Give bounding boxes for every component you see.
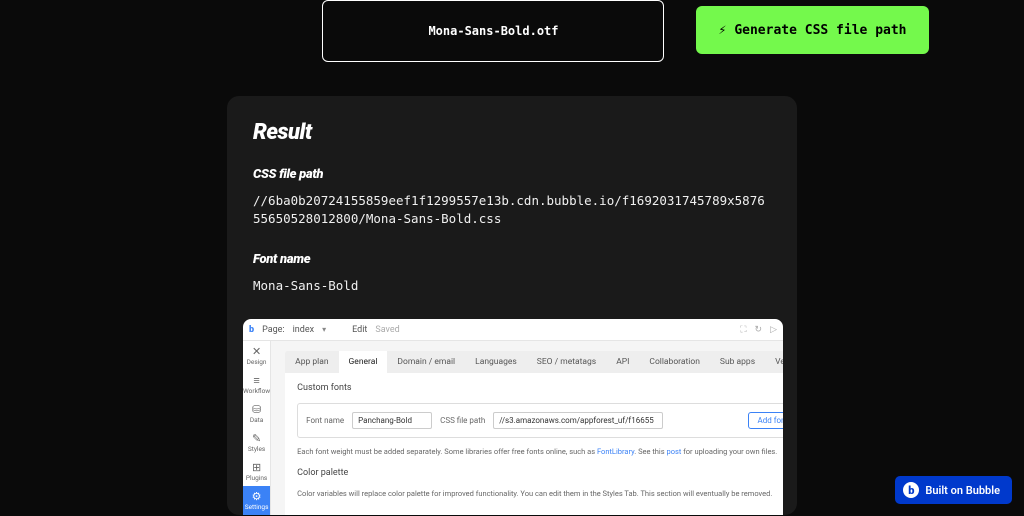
tab-domain-email[interactable]: Domain / email <box>387 351 465 373</box>
sidebar-item-data[interactable]: ⛁Data <box>243 399 270 428</box>
settings-icon: ⚙ <box>252 491 262 502</box>
sidebar-item-plugins[interactable]: ⊞Plugins <box>243 457 270 486</box>
tab-collaboration[interactable]: Collaboration <box>639 351 710 373</box>
bolt-icon: ⚡ <box>718 23 726 38</box>
saved-label: Saved <box>375 325 399 335</box>
plugins-icon: ⊞ <box>252 462 261 473</box>
sidebar-item-settings[interactable]: ⚙Settings <box>243 486 270 515</box>
sidebar-item-styles[interactable]: ✎Styles <box>243 428 270 457</box>
font-name-value[interactable]: Mona-Sans-Bold <box>253 277 771 295</box>
page-name[interactable]: index <box>293 325 314 335</box>
refresh-icon[interactable]: ↻ <box>755 325 763 335</box>
custom-fonts-help: Each font weight must be added separatel… <box>297 446 783 457</box>
tab-versions[interactable]: Versions <box>765 351 783 373</box>
font-name-label: Font name <box>253 252 771 267</box>
font-entry-row: Font name Panchang-Bold CSS file path //… <box>297 403 783 438</box>
color-palette-heading: Color palette <box>297 468 783 478</box>
bubble-badge-icon: b <box>903 482 919 498</box>
page-label: Page: <box>262 325 285 335</box>
result-heading: Result <box>253 120 771 145</box>
sidebar-item-workflow[interactable]: ≡Workflow <box>243 370 270 399</box>
data-icon: ⛁ <box>252 404 261 415</box>
custom-fonts-heading: Custom fonts <box>297 383 783 393</box>
generate-css-label: Generate CSS file path <box>734 23 906 38</box>
editor-sidebar: ✕Design ≡Workflow ⛁Data ✎Styles ⊞Plugins… <box>243 341 271 515</box>
editor-main: App plan General Domain / email Language… <box>271 341 783 515</box>
font-file-box[interactable]: Mona-Sans-Bold.otf <box>322 0 664 62</box>
gift-icon[interactable]: ⛶ <box>740 325 746 335</box>
tab-app-plan[interactable]: App plan <box>285 351 338 373</box>
css-path-field-label: CSS file path <box>440 416 485 425</box>
css-path-input[interactable]: //s3.amazonaws.com/appforest_uf/f16655 <box>493 412 663 429</box>
general-panel: Custom fonts Font name Panchang-Bold CSS… <box>285 373 783 515</box>
result-card: Result CSS file path //6ba0b20724155859e… <box>227 96 797 515</box>
generate-css-button[interactable]: ⚡ Generate CSS file path <box>696 6 928 54</box>
fontlibrary-link[interactable]: FontLibrary <box>597 447 634 456</box>
sidebar-item-design[interactable]: ✕Design <box>243 341 270 370</box>
tab-general[interactable]: General <box>339 351 388 373</box>
bubble-logo-icon: b <box>249 325 254 335</box>
styles-icon: ✎ <box>252 433 261 444</box>
tab-api[interactable]: API <box>606 351 639 373</box>
settings-tabs: App plan General Domain / email Language… <box>285 351 783 373</box>
font-name-input[interactable]: Panchang-Bold <box>352 412 432 429</box>
edit-label[interactable]: Edit <box>352 325 367 335</box>
post-link[interactable]: post <box>666 447 681 456</box>
tab-seo-metatags[interactable]: SEO / metatags <box>527 351 606 373</box>
built-on-bubble-label: Built on Bubble <box>925 484 1000 497</box>
design-icon: ✕ <box>252 346 261 357</box>
chevron-down-icon[interactable]: ▾ <box>322 325 326 334</box>
tab-sub-apps[interactable]: Sub apps <box>710 351 765 373</box>
built-on-bubble-badge[interactable]: b Built on Bubble <box>895 476 1012 504</box>
tab-languages[interactable]: Languages <box>465 351 527 373</box>
editor-topbar: b Page: index ▾ Edit Saved ⛶ ↻ ▷ <box>243 319 783 341</box>
workflow-icon: ≡ <box>253 375 259 386</box>
css-file-path-value[interactable]: //6ba0b20724155859eef1f1299557e13b.cdn.b… <box>253 192 771 228</box>
font-name-field-label: Font name <box>306 416 344 425</box>
add-font-button[interactable]: Add font <box>748 412 783 429</box>
css-file-path-label: CSS file path <box>253 167 771 182</box>
color-palette-help: Color variables will replace color palet… <box>297 488 783 499</box>
preview-icon[interactable]: ▷ <box>770 325 777 335</box>
bubble-editor-screenshot: b Page: index ▾ Edit Saved ⛶ ↻ ▷ ✕Design… <box>243 319 783 515</box>
